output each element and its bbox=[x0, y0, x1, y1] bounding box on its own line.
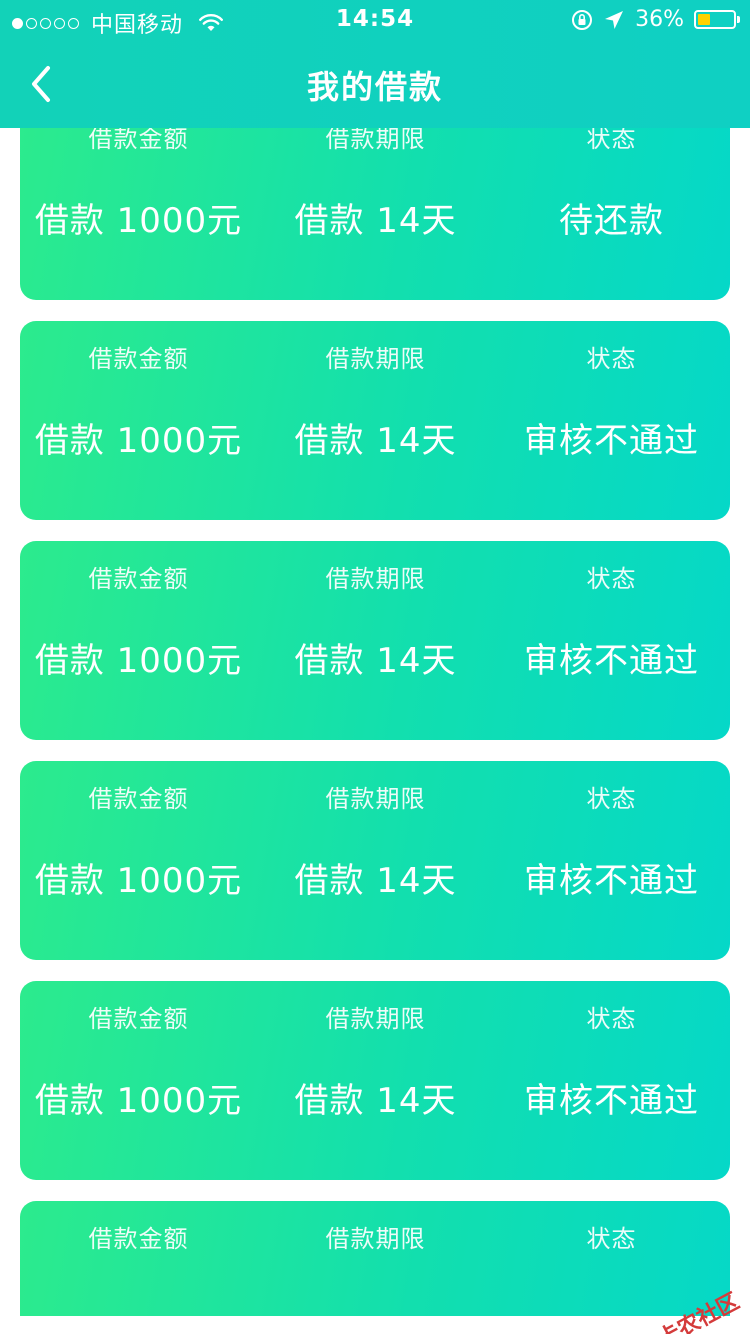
loan-card[interactable]: 借款金额 借款期限 状态 bbox=[20, 1201, 730, 1316]
loan-status-label: 状态 bbox=[586, 785, 637, 813]
loan-amount-label: 借款金额 bbox=[88, 785, 189, 813]
loan-amount-value: 借款 1000元 bbox=[34, 201, 243, 241]
loan-status-value: 审核不通过 bbox=[524, 1081, 699, 1121]
loan-amount-label: 借款金额 bbox=[88, 345, 189, 373]
loan-card[interactable]: 借款金额 借款 1000元 借款期限 借款 14天 状态 审核不通过 bbox=[20, 321, 730, 520]
loan-term-label: 借款期限 bbox=[325, 785, 426, 813]
loan-status-label: 状态 bbox=[586, 345, 637, 373]
loan-card[interactable]: 借款金额 借款 1000元 借款期限 借款 14天 状态 审核不通过 bbox=[20, 541, 730, 740]
loan-term-value: 借款 14天 bbox=[294, 1081, 457, 1121]
loan-status-value: 审核不通过 bbox=[524, 861, 699, 901]
battery-cap bbox=[737, 16, 740, 23]
location-arrow-icon bbox=[605, 10, 624, 29]
nav-bar: 我的借款 bbox=[0, 40, 750, 128]
status-bar: 中国移动 14:54 36% bbox=[0, 0, 750, 40]
loan-term-value: 借款 14天 bbox=[294, 861, 457, 901]
loan-amount-label: 借款金额 bbox=[88, 1225, 189, 1253]
loan-term-value: 借款 14天 bbox=[294, 201, 457, 241]
loan-term-label: 借款期限 bbox=[325, 1225, 426, 1253]
loan-amount-value: 借款 1000元 bbox=[34, 421, 243, 461]
screen: 借款金额 借款 1000元 借款期限 借款 14天 状态 待还款 借款金额 借款… bbox=[0, 0, 750, 1334]
loan-term-label: 借款期限 bbox=[325, 1005, 426, 1033]
loan-amount-label: 借款金额 bbox=[88, 565, 189, 593]
battery-icon bbox=[694, 10, 740, 29]
status-bar-right: 36% bbox=[571, 7, 740, 32]
loan-status-value: 审核不通过 bbox=[524, 421, 699, 461]
loan-term-value: 借款 14天 bbox=[294, 421, 457, 461]
loan-term-label: 借款期限 bbox=[325, 345, 426, 373]
loan-card[interactable]: 借款金额 借款 1000元 借款期限 借款 14天 状态 审核不通过 bbox=[20, 761, 730, 960]
page-title: 我的借款 bbox=[306, 68, 443, 106]
loan-status-value: 待还款 bbox=[559, 201, 664, 241]
loan-card[interactable]: 借款金额 借款 1000元 借款期限 借款 14天 状态 审核不通过 bbox=[20, 981, 730, 1180]
loan-term-label: 借款期限 bbox=[325, 565, 426, 593]
battery-percent: 36% bbox=[635, 7, 684, 32]
rotation-lock-icon bbox=[572, 9, 593, 30]
loan-amount-value: 借款 1000元 bbox=[34, 641, 243, 681]
loan-amount-value: 借款 1000元 bbox=[34, 861, 243, 901]
loan-status-label: 状态 bbox=[586, 1225, 637, 1253]
loan-list[interactable]: 借款金额 借款 1000元 借款期限 借款 14天 状态 待还款 借款金额 借款… bbox=[0, 0, 750, 1316]
loan-status-value: 审核不通过 bbox=[524, 641, 699, 681]
app-header: 中国移动 14:54 36% 我的借款 bbox=[0, 0, 750, 128]
loan-card[interactable]: 借款金额 借款 1000元 借款期限 借款 14天 状态 待还款 bbox=[20, 101, 730, 300]
loan-term-value: 借款 14天 bbox=[294, 641, 457, 681]
battery-level bbox=[698, 14, 710, 25]
loan-amount-label: 借款金额 bbox=[88, 1005, 189, 1033]
loan-status-label: 状态 bbox=[586, 1005, 637, 1033]
loan-status-label: 状态 bbox=[586, 565, 637, 593]
loan-amount-value: 借款 1000元 bbox=[34, 1081, 243, 1121]
